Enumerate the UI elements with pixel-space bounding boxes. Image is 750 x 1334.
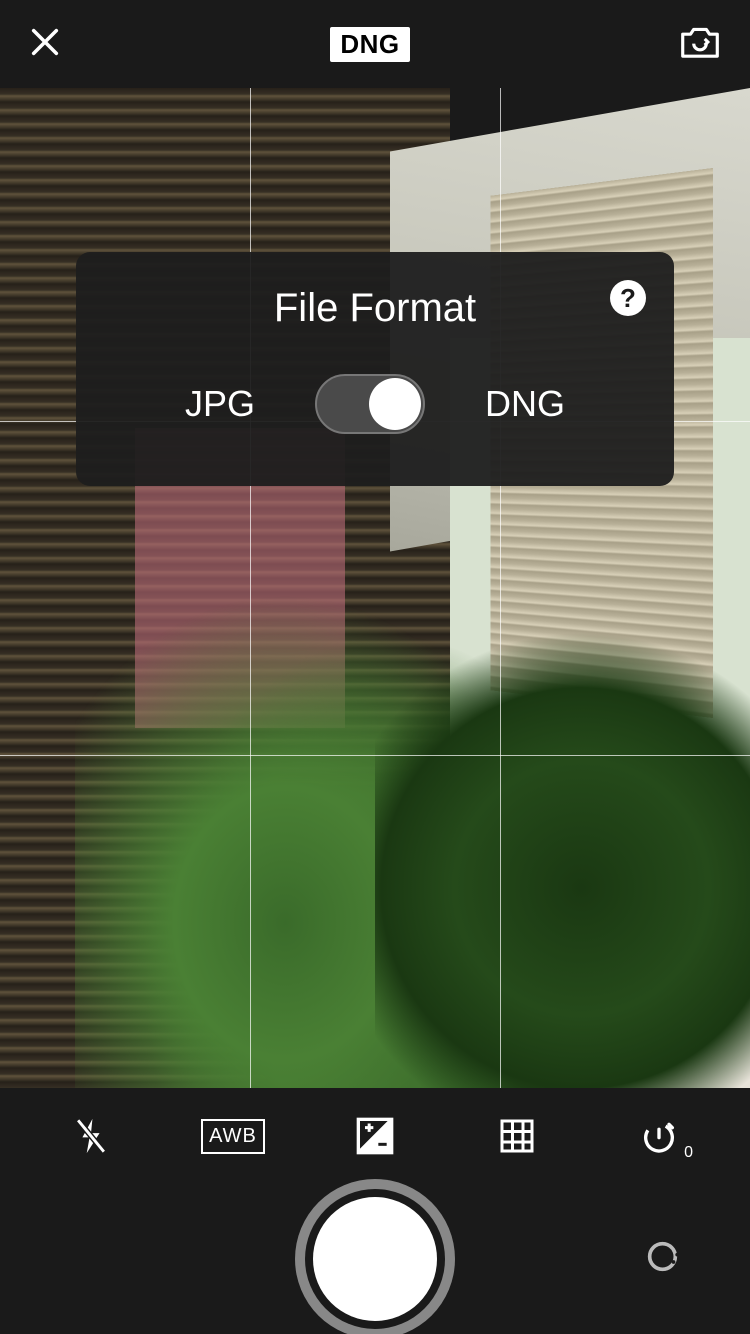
help-button[interactable]: ? <box>610 280 646 316</box>
switch-camera-icon <box>678 22 722 62</box>
camera-preview <box>0 88 750 1088</box>
toggle-knob <box>369 378 421 430</box>
timer-value: 0 <box>684 1144 693 1162</box>
control-row: AWB <box>0 1088 750 1184</box>
timer-icon <box>639 1116 679 1156</box>
grid-line <box>0 755 750 756</box>
file-format-panel: File Format ? JPG DNG <box>76 252 674 486</box>
flash-off-icon <box>73 1116 109 1156</box>
exposure-compensation-icon <box>355 1116 395 1156</box>
close-button[interactable] <box>28 25 62 64</box>
shutter-row <box>0 1184 750 1334</box>
timer-button[interactable]: 0 <box>619 1116 699 1156</box>
grid-icon <box>499 1118 535 1154</box>
grid-line <box>250 88 251 1088</box>
format-option-jpg[interactable]: JPG <box>185 383 255 425</box>
panel-title: File Format <box>76 286 674 331</box>
panel-body: JPG DNG <box>76 331 674 486</box>
format-option-dng[interactable]: DNG <box>485 383 565 425</box>
bottom-bar: AWB <box>0 1088 750 1334</box>
close-icon <box>28 25 62 59</box>
filter-icon <box>646 1235 690 1279</box>
flash-button[interactable] <box>51 1116 131 1156</box>
camera-screen: DNG File Format ? <box>0 0 750 1334</box>
format-toggle[interactable] <box>315 374 425 434</box>
top-bar: DNG <box>0 0 750 88</box>
panel-header: File Format ? <box>76 252 674 331</box>
viewfinder[interactable]: File Format ? JPG DNG <box>0 88 750 1088</box>
exposure-button[interactable] <box>335 1116 415 1156</box>
white-balance-button[interactable]: AWB <box>193 1119 273 1154</box>
switch-camera-button[interactable] <box>678 22 722 67</box>
shutter-button[interactable] <box>313 1197 437 1321</box>
file-format-badge[interactable]: DNG <box>330 27 409 62</box>
grid-line <box>500 88 501 1088</box>
filter-button[interactable] <box>646 1235 690 1284</box>
white-balance-label: AWB <box>201 1119 265 1154</box>
grid-button[interactable] <box>477 1118 557 1154</box>
